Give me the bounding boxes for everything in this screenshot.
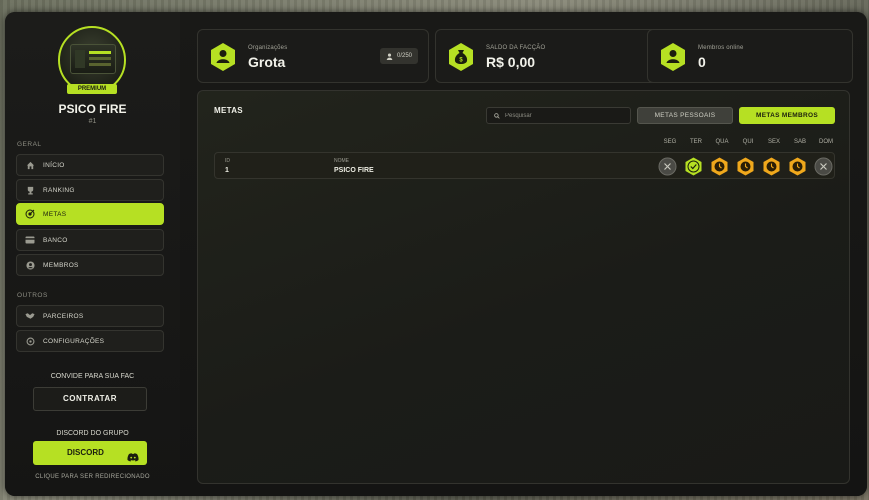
sidebar-item-parceiros[interactable]: PARCEIROS [16, 305, 164, 327]
panel-title: METAS [214, 106, 243, 115]
stat-card-balance: $ SALDO DA FACÇÃO R$ 0,00 [435, 29, 667, 83]
trophy-icon [25, 185, 35, 195]
day-status-dom[interactable] [814, 157, 833, 176]
discord-icon [127, 448, 139, 472]
user-icon [386, 53, 393, 60]
stat-label: Membros online [698, 45, 744, 51]
missed-icon [658, 157, 677, 176]
table-row[interactable]: ID 1 NOME PSICO FIRE [214, 152, 835, 179]
clock-icon [737, 157, 754, 176]
target-icon [25, 209, 35, 219]
sidebar-item-ranking[interactable]: RANKING [16, 179, 164, 201]
avatar-image [70, 44, 116, 74]
stat-value-org-name: Grota [248, 54, 286, 70]
stat-value-online: 0 [698, 54, 706, 70]
stat-value-balance: R$ 0,00 [486, 54, 536, 70]
sidebar-item-membros[interactable]: MEMBROS [16, 254, 164, 276]
search-input[interactable] [505, 112, 625, 119]
premium-badge: PREMIUM [67, 84, 117, 94]
org-name: PSICO FIRE [58, 102, 127, 116]
sidebar-item-label: BANCO [43, 236, 68, 244]
home-icon [25, 160, 35, 170]
stat-label: Organizações [248, 45, 288, 51]
member-count-value: 0/250 [396, 53, 412, 59]
day-status-sex[interactable] [762, 157, 781, 176]
day-header-dom: DOM [819, 139, 833, 145]
day-status-sab[interactable] [788, 157, 807, 176]
day-header-qui: QUI [742, 139, 754, 145]
member-count-badge: 0/250 [379, 48, 418, 64]
missed-icon [814, 157, 833, 176]
col-label-name: NOME [334, 158, 349, 164]
stat-label: SALDO DA FACÇÃO [486, 45, 546, 51]
sidebar-item-label: CONFIGURAÇÕES [43, 337, 105, 345]
sidebar-item-label: MEMBROS [43, 261, 79, 269]
day-status-ter[interactable] [684, 157, 703, 176]
sidebar-item-label: INÍCIO [43, 161, 65, 169]
sidebar-item-banco[interactable]: BANCO [16, 229, 164, 251]
day-header-qua: QUA [715, 139, 729, 145]
col-label-id: ID [225, 158, 230, 164]
check-icon [685, 157, 702, 176]
day-status-qua[interactable] [710, 157, 729, 176]
sidebar-item-inicio[interactable]: INÍCIO [16, 154, 164, 176]
sidebar-item-metas[interactable]: METAS [16, 203, 164, 225]
tab-metas-membros[interactable]: METAS MEMBROS [739, 107, 835, 124]
day-header-seg: SEG [663, 139, 677, 145]
day-header-ter: TER [690, 139, 702, 145]
invite-title: CONVIDE PARA SUA FAC [50, 373, 135, 380]
stat-card-online: Membros online 0 [647, 29, 853, 83]
online-members-icon [661, 43, 685, 71]
organization-icon [211, 43, 235, 71]
section-label-geral: GERAL [17, 141, 42, 148]
clock-icon [763, 157, 780, 176]
sidebar-item-label: METAS [43, 210, 67, 218]
day-header-sab: SAB [793, 139, 806, 145]
search-icon [494, 112, 500, 119]
row-id: 1 [225, 167, 229, 174]
settings-icon [25, 336, 35, 346]
section-label-outros: OUTROS [17, 292, 48, 299]
day-status-qui[interactable] [736, 157, 755, 176]
faction-panel-window: PREMIUM PSICO FIRE #1 GERAL INÍCIO RANKI… [5, 12, 867, 496]
sidebar-item-label: PARCEIROS [43, 312, 84, 320]
day-header-sex: SEX [767, 139, 780, 145]
clock-icon [789, 157, 806, 176]
day-status-seg[interactable] [658, 157, 677, 176]
discord-footer-note: CLIQUE PARA SER REDIRECIONADO [35, 474, 150, 480]
discord-button-label: DISCORD [67, 448, 104, 457]
sidebar-item-configuracoes[interactable]: CONFIGURAÇÕES [16, 330, 164, 352]
row-name: PSICO FIRE [334, 167, 374, 174]
clock-icon [711, 157, 728, 176]
search-box[interactable] [486, 107, 631, 124]
metas-panel: METAS METAS PESSOAIS METAS MEMBROS SEG T… [197, 90, 850, 484]
sidebar-item-label: RANKING [43, 186, 75, 194]
discord-title: DISCORD DO GRUPO [56, 430, 129, 437]
tab-metas-pessoais[interactable]: METAS PESSOAIS [637, 107, 733, 124]
card-icon [25, 235, 35, 245]
sidebar: PREMIUM PSICO FIRE #1 GERAL INÍCIO RANKI… [5, 12, 180, 496]
members-icon [25, 260, 35, 270]
discord-button[interactable]: DISCORD [33, 441, 147, 465]
org-id: #1 [88, 118, 97, 125]
stat-card-organization: Organizações Grota 0/250 [197, 29, 429, 83]
money-bag-icon: $ [449, 43, 473, 71]
contratar-button[interactable]: CONTRATAR [33, 387, 147, 411]
main-content: Organizações Grota 0/250 $ SALDO DA FACÇ… [180, 12, 867, 496]
handshake-icon [25, 311, 35, 321]
